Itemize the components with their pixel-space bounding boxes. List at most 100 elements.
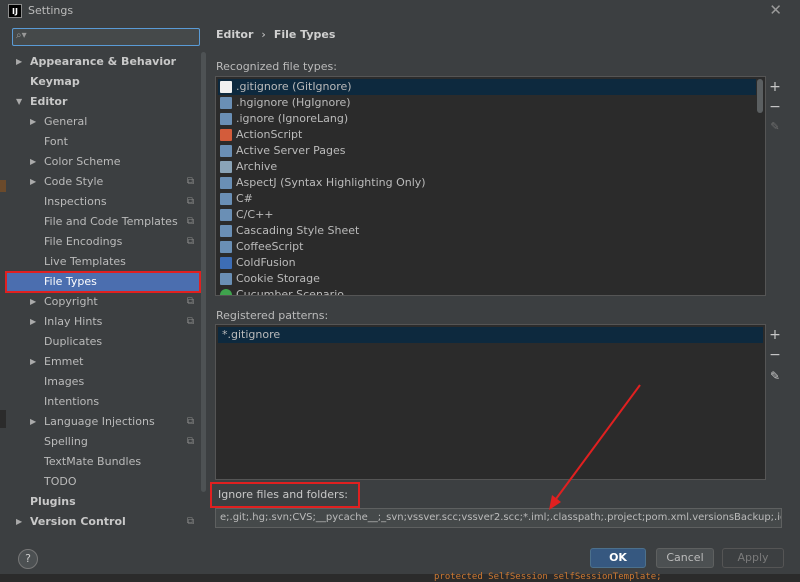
sidebar-item-editor[interactable]: ▼ Editor [6,92,200,112]
sidebar-item-duplicates[interactable]: Duplicates [6,332,200,352]
file-type-label: C/C++ [236,208,274,221]
sidebar-item-general[interactable]: ▶ General [6,112,200,132]
sidebar-item-spelling[interactable]: Spelling ⧉ [6,432,200,452]
sidebar-item-label: Version Control [30,515,126,528]
file-type-label: CoffeeScript [236,240,304,253]
sidebar-item-inspections[interactable]: Inspections ⧉ [6,192,200,212]
sidebar-item-todo[interactable]: TODO [6,472,200,492]
add-file-type-button[interactable]: + [768,80,782,94]
file-type-label: ColdFusion [236,256,296,269]
sidebar-item-language-injections[interactable]: ▶ Language Injections ⧉ [6,412,200,432]
gitignore-icon [220,81,232,93]
cookie-icon [220,273,232,285]
breadcrumb-editor[interactable]: Editor [216,28,253,41]
title-bar: IJ Settings ✕ [0,0,800,22]
sidebar-item-emmet[interactable]: ▶ Emmet [6,352,200,372]
file-type-item[interactable]: .gitignore (GitIgnore) [218,79,756,95]
search-icon: ⌕▾ [16,30,27,41]
sidebar-item-label: File and Code Templates [44,215,178,228]
sidebar-item-label: TextMate Bundles [44,455,142,468]
sidebar-item-label: Inspections [44,195,107,208]
help-button[interactable]: ? [18,549,38,569]
chevron-right-icon[interactable]: ▶ [30,412,40,432]
file-type-label: .gitignore (GitIgnore) [236,80,352,93]
sidebar-item-color-scheme[interactable]: ▶ Color Scheme [6,152,200,172]
search-input[interactable] [33,30,193,44]
recognized-file-types-list[interactable]: .gitignore (GitIgnore) .hgignore (HgIgnor… [215,76,766,296]
sidebar-item-live-templates[interactable]: Live Templates [6,252,200,272]
actionscript-icon [220,129,232,141]
ignore-files-input[interactable]: e;.git;.hg;.svn;CVS;__pycache__;_svn;vss… [215,508,782,528]
sidebar-item-label: Emmet [44,355,84,368]
breadcrumb: Editor › File Types [216,28,335,41]
sidebar-item-label: Color Scheme [44,155,121,168]
aspectj-icon [220,177,232,189]
background-editor-strip [0,574,800,582]
remove-pattern-button[interactable]: − [768,348,782,362]
file-type-label: Cucumber Scenario [236,288,344,296]
ok-button[interactable]: OK [590,548,646,568]
sidebar-item-images[interactable]: Images [6,372,200,392]
sidebar-item-inlay-hints[interactable]: ▶ Inlay Hints ⧉ [6,312,200,332]
project-settings-icon: ⧉ [186,296,194,307]
archive-icon [220,161,232,173]
sidebar-item-font[interactable]: Font [6,132,200,152]
file-types-scrollbar[interactable] [757,79,763,113]
sidebar-item-label: Inlay Hints [44,315,103,328]
chevron-right-icon[interactable]: ▶ [30,292,40,312]
chevron-right-icon[interactable]: ▶ [30,352,40,372]
sidebar-item-label: TODO [44,475,77,488]
cancel-button[interactable]: Cancel [656,548,714,568]
sidebar-item-label: Duplicates [44,335,103,348]
sidebar-item-label: Appearance & Behavior [30,55,177,68]
apply-button[interactable]: Apply [722,548,784,568]
sidebar-item-label: Copyright [44,295,98,308]
cpp-icon [220,209,232,221]
project-settings-icon: ⧉ [186,316,194,327]
sidebar-scrollbar[interactable] [201,52,206,492]
sidebar-item-keymap[interactable]: Keymap [6,72,200,92]
edit-pattern-button[interactable]: ✎ [768,369,782,383]
sidebar-item-version-control[interactable]: ▶ Version Control ⧉ [6,512,200,532]
registered-patterns-label: Registered patterns: [216,309,329,322]
chevron-right-icon[interactable]: ▶ [16,52,26,72]
ignore-files-label: Ignore files and folders: [210,482,360,508]
sidebar-item-label: File Types [44,275,97,288]
sidebar-item-file-and-code-templates[interactable]: File and Code Templates ⧉ [6,212,200,232]
project-settings-icon: ⧉ [186,176,194,187]
sidebar-item-label: Intentions [44,395,100,408]
sidebar-item-label: General [44,115,88,128]
sidebar-item-plugins[interactable]: Plugins [6,492,200,512]
sidebar-item-file-encodings[interactable]: File Encodings ⧉ [6,232,200,252]
sidebar-item-textmate-bundles[interactable]: TextMate Bundles [6,452,200,472]
chevron-right-icon[interactable]: ▶ [30,172,40,192]
chevron-down-icon[interactable]: ▼ [16,92,26,112]
sidebar-item-intentions[interactable]: Intentions [6,392,200,412]
remove-file-type-button[interactable]: − [768,100,782,114]
chevron-right-icon[interactable]: ▶ [30,152,40,172]
breadcrumb-file-types: File Types [273,28,336,41]
sidebar-item-label: Images [44,375,85,388]
add-pattern-button[interactable]: + [768,328,782,342]
file-type-label: AspectJ (Syntax Highlighting Only) [236,176,426,189]
chevron-right-icon[interactable]: ▶ [30,312,40,332]
hgignore-icon [220,97,232,109]
csharp-icon [220,193,232,205]
file-type-label: Cascading Style Sheet [236,224,360,237]
file-type-label: C# [236,192,253,205]
sidebar-item-copyright[interactable]: ▶ Copyright ⧉ [6,292,200,312]
chevron-right-icon[interactable]: ▶ [30,112,40,132]
chevron-right-icon[interactable]: ▶ [16,512,26,532]
sidebar-item-file-types[interactable]: File Types [5,271,201,293]
background-code-line: protected SelfSession selfSessionTemplat… [434,572,662,582]
settings-search-box[interactable]: ⌕▾ [12,28,200,46]
project-settings-icon: ⧉ [186,216,194,227]
edit-file-type-button[interactable]: ✎ [768,120,782,134]
coffeescript-icon [220,241,232,253]
pattern-item[interactable]: *.gitignore [218,327,763,343]
sidebar-item-label: File Encodings [44,235,123,248]
close-icon[interactable]: ✕ [769,1,782,19]
sidebar-item-appearance-behavior[interactable]: ▶ Appearance & Behavior [6,52,200,72]
sidebar-item-code-style[interactable]: ▶ Code Style ⧉ [6,172,200,192]
registered-patterns-list[interactable]: *.gitignore [215,324,766,480]
